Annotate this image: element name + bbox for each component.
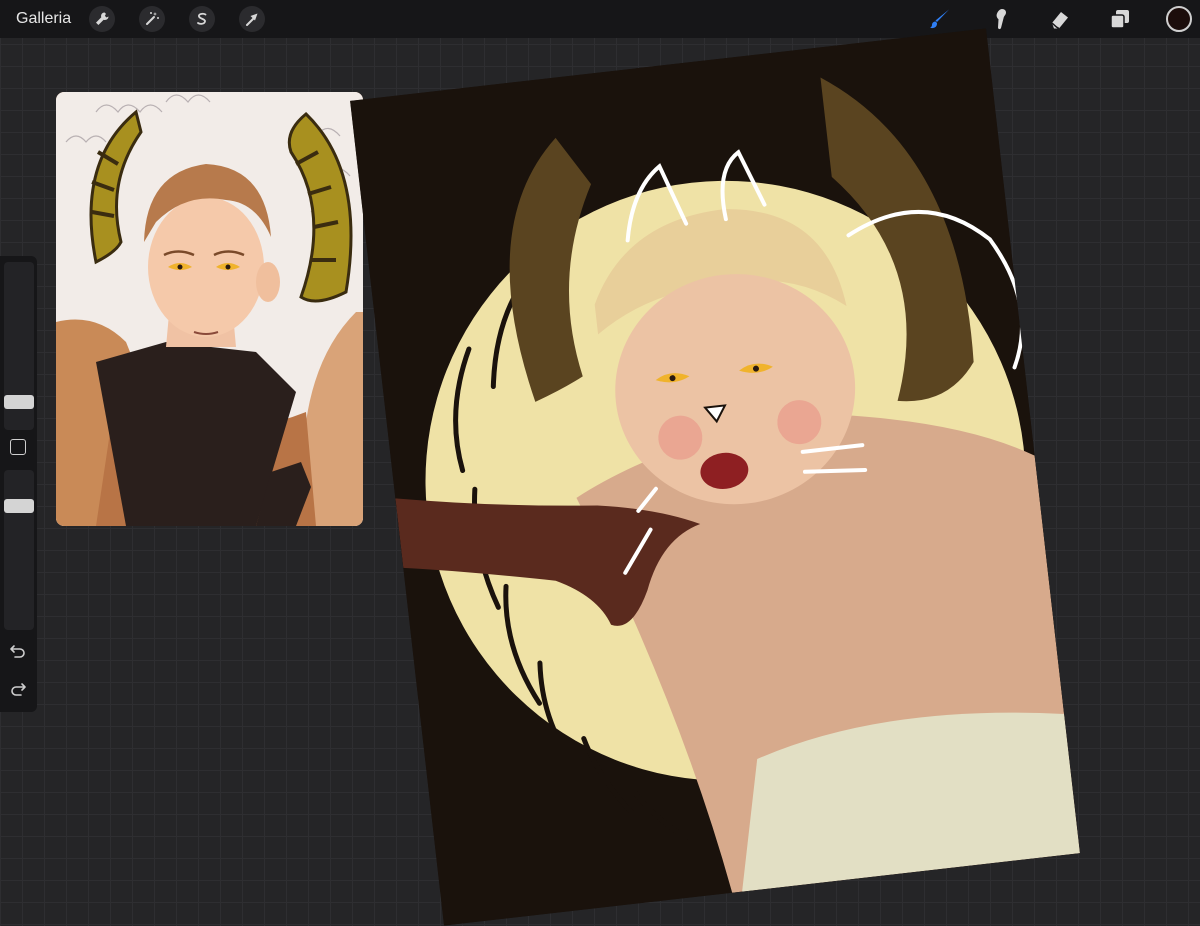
- brush-icon: [930, 9, 949, 29]
- wrench-icon: [96, 12, 109, 25]
- eraser-icon: [1051, 12, 1068, 30]
- canvas-artwork: [350, 28, 1080, 926]
- reference-illustration: [56, 92, 363, 526]
- gallery-button[interactable]: Galleria: [16, 10, 71, 28]
- reference-image[interactable]: [56, 92, 363, 526]
- brush-button[interactable]: [926, 5, 954, 33]
- drawing-canvas[interactable]: [350, 28, 1080, 926]
- selection-button[interactable]: [189, 6, 216, 32]
- sidebar: [0, 256, 37, 712]
- adjustments-button[interactable]: [139, 6, 166, 32]
- eraser-button[interactable]: [1046, 5, 1074, 33]
- color-swatch-button[interactable]: [1166, 6, 1192, 32]
- transform-button[interactable]: [239, 6, 266, 32]
- actions-button[interactable]: [89, 6, 116, 32]
- magic-wand-icon: [146, 12, 160, 25]
- smudge-icon: [996, 9, 1006, 30]
- selection-icon: [197, 12, 207, 25]
- opacity-slider[interactable]: [4, 470, 34, 630]
- modify-square-icon[interactable]: [10, 439, 26, 455]
- layers-button[interactable]: [1106, 5, 1134, 33]
- layers-icon: [1110, 10, 1129, 29]
- brush-size-thumb[interactable]: [4, 395, 34, 409]
- smudge-button[interactable]: [986, 5, 1014, 33]
- undo-icon[interactable]: [9, 642, 27, 660]
- redo-icon[interactable]: [9, 680, 27, 698]
- transform-arrow-icon: [246, 13, 258, 26]
- top-toolbar: Galleria: [0, 0, 1200, 38]
- opacity-thumb[interactable]: [4, 499, 34, 513]
